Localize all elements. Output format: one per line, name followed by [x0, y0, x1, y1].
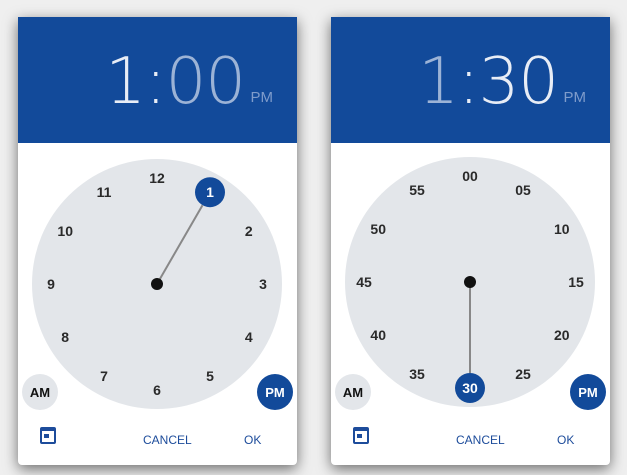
clock-number[interactable]: 15 [568, 274, 584, 290]
clock-number[interactable]: 25 [515, 366, 531, 382]
clock-number[interactable]: 11 [97, 184, 112, 200]
clock-number[interactable]: 00 [462, 168, 478, 184]
clock-number[interactable]: 10 [554, 221, 570, 237]
time-header: 1:30 PM [331, 17, 610, 143]
ok-button[interactable]: OK [557, 433, 574, 447]
clock-face[interactable]: 121234567891011 [18, 143, 297, 465]
clock-number[interactable]: 50 [370, 221, 386, 237]
pm-button[interactable]: PM [570, 374, 606, 410]
clock-face[interactable]: 00 05 10 15 20 25 30 35 40 45 50 55 [331, 143, 610, 465]
clock-number[interactable]: 7 [100, 368, 108, 384]
clock-number[interactable]: 9 [47, 276, 55, 292]
clock-number[interactable]: 10 [57, 223, 73, 239]
hour-display[interactable]: 1 [105, 45, 146, 119]
hour-display[interactable]: 1 [418, 45, 459, 119]
time-separator: : [145, 45, 167, 119]
time-separator: : [458, 45, 480, 119]
clock-number[interactable]: 30 [462, 380, 478, 396]
minute-display[interactable]: 30 [479, 45, 559, 119]
minute-display[interactable]: 00 [166, 45, 246, 119]
clock-number[interactable]: 05 [515, 182, 531, 198]
clock-number[interactable]: 55 [409, 182, 425, 198]
clock-number[interactable]: 1 [206, 184, 214, 200]
clock-number[interactable]: 5 [206, 368, 214, 384]
clock-number[interactable]: 40 [370, 327, 386, 343]
clock-center-dot [151, 278, 163, 290]
clock-number[interactable]: 12 [149, 170, 165, 186]
clock-number[interactable]: 2 [245, 223, 253, 239]
time-picker-minute: 1:30 PM 00 05 10 15 20 25 30 35 40 45 50 55 AM PM C… [331, 17, 610, 465]
cancel-button[interactable]: CANCEL [143, 433, 192, 447]
period-display: PM [563, 89, 587, 106]
clock-number[interactable]: 20 [554, 327, 570, 343]
clock-number[interactable]: 35 [409, 366, 425, 382]
cancel-button[interactable]: CANCEL [456, 433, 505, 447]
calendar-icon[interactable] [353, 427, 369, 444]
time-header: 1:00 PM [18, 17, 297, 143]
period-display: PM [250, 89, 274, 106]
clock-number[interactable]: 3 [259, 276, 267, 292]
clock-number[interactable]: 4 [245, 329, 253, 345]
calendar-icon[interactable] [40, 427, 56, 444]
clock-number[interactable]: 8 [61, 329, 69, 345]
am-button[interactable]: AM [22, 374, 58, 410]
ok-button[interactable]: OK [244, 433, 261, 447]
pm-button[interactable]: PM [257, 374, 293, 410]
am-button[interactable]: AM [335, 374, 371, 410]
time-picker-hour: 1:00 PM 12 1 2 3 4 5 6 7 8 9 10 11 AM PM CANCEL OK [18, 17, 297, 465]
clock-number[interactable]: 6 [153, 382, 161, 398]
clock-number[interactable]: 45 [356, 274, 372, 290]
clock-center-dot [464, 276, 476, 288]
